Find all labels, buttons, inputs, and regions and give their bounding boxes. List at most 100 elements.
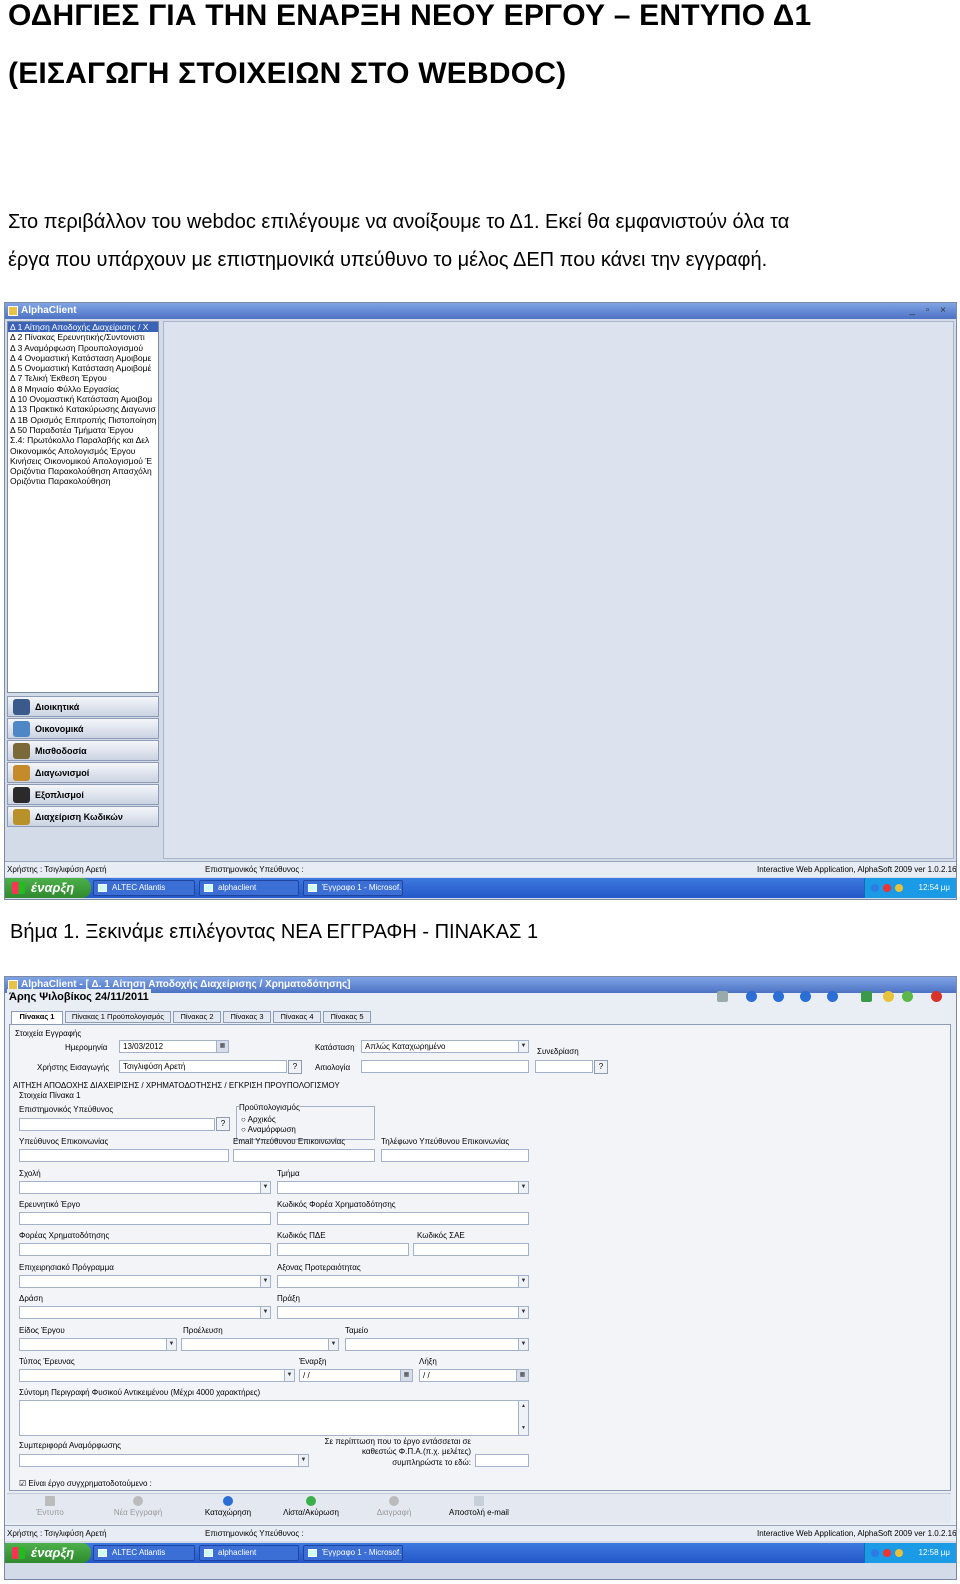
origin-select[interactable]: ▼ xyxy=(181,1338,339,1351)
undo-icon[interactable] xyxy=(861,991,872,1002)
form-list-item[interactable]: Οριζόντια Παρακολούθηση Απασχόλη xyxy=(8,466,158,476)
tab-pinakas-3[interactable]: Πίνακας 3 xyxy=(223,1011,271,1023)
chevron-down-icon[interactable]: ▼ xyxy=(518,1041,528,1052)
form-list-item[interactable]: Δ 1 Αίτηση Αποδοχής Διαχείρισης / Χ xyxy=(8,322,158,333)
new-record-button[interactable]: Νέα Εγγραφή xyxy=(105,1496,171,1518)
form-list-item[interactable]: Δ 10 Ονομαστική Κατάσταση Αμοιβομ xyxy=(8,394,158,404)
nav-button-payroll[interactable]: Μισθοδοσία xyxy=(7,740,159,761)
contact-email-field[interactable] xyxy=(233,1149,375,1162)
form-list-item[interactable]: Δ 8 Μηνιαίο Φύλλο Εργασίας xyxy=(8,384,158,394)
chevron-down-icon[interactable]: ▼ xyxy=(518,1276,528,1287)
entry-user-lookup-button[interactable]: ? xyxy=(288,1060,302,1074)
tab-pinakas-1-budget[interactable]: Πίνακας 1 Προϋπολογισμός xyxy=(65,1011,171,1023)
calendar-icon[interactable]: ▦ xyxy=(516,1370,528,1381)
session-lookup-button[interactable]: ? xyxy=(594,1060,608,1074)
last-record-icon[interactable] xyxy=(827,991,838,1002)
tab-pinakas-2[interactable]: Πίνακας 2 xyxy=(173,1011,221,1023)
department-select[interactable]: ▼ xyxy=(277,1181,529,1194)
form-list-item[interactable]: Δ 13 Πρακτικό Κατακύρωσης Διαγωνισ xyxy=(8,404,158,414)
session-field[interactable] xyxy=(535,1060,593,1073)
window-controls[interactable]: _ ▫ × xyxy=(909,305,950,316)
send-email-button[interactable]: Αποστολή e-mail xyxy=(441,1496,517,1518)
funder-code-field[interactable] xyxy=(277,1212,529,1225)
form-list-item[interactable]: Δ 7 Τελική Έκθεση Έργου xyxy=(8,373,158,383)
form-list-item[interactable]: Δ 1Β Ορισμός Επιτροπής Πιστοποίηση xyxy=(8,415,158,425)
scrollbar[interactable]: ▲ ▼ xyxy=(518,1401,528,1435)
taskbar-item[interactable]: Έγγραφο 1 - Microsof... xyxy=(303,880,403,896)
chevron-down-icon[interactable]: ▼ xyxy=(518,1182,528,1193)
calendar-icon[interactable]: ▦ xyxy=(216,1041,228,1052)
tab-pinakas-4[interactable]: Πίνακας 4 xyxy=(273,1011,321,1023)
taskbar-item[interactable]: alphaclient xyxy=(199,880,299,896)
submit-button[interactable]: Καταχώρηση xyxy=(195,1496,261,1518)
funder-field[interactable] xyxy=(19,1243,271,1256)
form-list-item[interactable]: Σ.4: Πρωτόκολλο Παραλαβής και Δελ xyxy=(8,435,158,445)
form-list-item[interactable]: Κινήσεις Οικονομικού Απολογισμού Έ xyxy=(8,456,158,466)
entry-user-field[interactable]: Τσιγλιφύση Αρετή xyxy=(119,1060,287,1073)
delete-button[interactable]: Διαγραφή xyxy=(363,1496,425,1518)
taskbar-item[interactable]: ALTEC Atlantis xyxy=(93,880,195,896)
scientific-responsible-field[interactable] xyxy=(19,1118,215,1131)
taskbar-item[interactable]: alphaclient xyxy=(199,1545,299,1561)
contact-phone-field[interactable] xyxy=(381,1149,529,1162)
print-icon[interactable] xyxy=(717,991,728,1002)
vat-field[interactable] xyxy=(475,1454,529,1467)
research-type-select[interactable]: ▼ xyxy=(19,1369,295,1382)
tab-pinakas-1[interactable]: Πίνακας 1 xyxy=(11,1011,63,1024)
nav-button-code-management[interactable]: Διαχείριση Κωδικών xyxy=(7,806,159,827)
nav-button-administrative[interactable]: Διοικητικά xyxy=(7,696,159,717)
reason-field[interactable] xyxy=(361,1060,529,1073)
next-record-icon[interactable] xyxy=(800,991,811,1002)
nav-button-tenders[interactable]: Διαγωνισμοί xyxy=(7,762,159,783)
nav-button-equipment[interactable]: Εξοπλισμοί xyxy=(7,784,159,805)
chevron-down-icon[interactable]: ▼ xyxy=(260,1276,270,1287)
measure-select[interactable]: ▼ xyxy=(19,1306,271,1319)
status-select[interactable]: Απλώς Καταχωρημένο ▼ xyxy=(361,1040,529,1053)
start-button[interactable]: έναρξη xyxy=(5,1543,91,1563)
form-list-item[interactable]: Δ 4 Ονομαστική Κατάσταση Αμοιβομε xyxy=(8,353,158,363)
form-list-item[interactable]: Δ 3 Αναμόρφωση Προυπολογισμού xyxy=(8,343,158,353)
priority-axis-select[interactable]: ▼ xyxy=(277,1275,529,1288)
prev-record-icon[interactable] xyxy=(773,991,784,1002)
form-list-item[interactable]: Οικονομικός Απολογισμός Έργου xyxy=(8,446,158,456)
chevron-down-icon[interactable]: ▼ xyxy=(284,1370,294,1381)
school-select[interactable]: ▼ xyxy=(19,1181,271,1194)
chevron-down-icon[interactable]: ▼ xyxy=(260,1182,270,1193)
chevron-down-icon[interactable]: ▼ xyxy=(166,1339,176,1350)
start-date-field[interactable]: / / ▦ xyxy=(299,1369,413,1382)
end-date-field[interactable]: / / ▦ xyxy=(419,1369,529,1382)
taskbar-item[interactable]: Έγγραφο 1 - Microsof... xyxy=(303,1545,403,1561)
save-icon[interactable] xyxy=(883,991,894,1002)
research-project-field[interactable] xyxy=(19,1212,271,1225)
form-list-item[interactable]: Οριζόντια Παρακολούθηση xyxy=(8,476,158,486)
budget-reform-radio[interactable]: ○ Αναμόρφωση xyxy=(241,1125,296,1135)
first-record-icon[interactable] xyxy=(746,991,757,1002)
form-list-item[interactable]: Δ 5 Ονομαστική Κατάσταση Αμοιβομέ xyxy=(8,363,158,373)
chevron-down-icon[interactable]: ▼ xyxy=(518,1307,528,1318)
form-list-item[interactable]: Δ 2 Πίνακας Ερευνητικής/Συντονιστι xyxy=(8,332,158,342)
taskbar-item[interactable]: ALTEC Atlantis xyxy=(93,1545,195,1561)
nav-button-financial[interactable]: Οικονομικά xyxy=(7,718,159,739)
start-button[interactable]: έναρξη xyxy=(5,878,91,898)
scientific-responsible-lookup-button[interactable]: ? xyxy=(216,1117,230,1131)
budget-initial-radio[interactable]: ○ Αρχικός xyxy=(241,1115,276,1125)
list-cancel-button[interactable]: Λίστα/Ακύρωση xyxy=(273,1496,349,1518)
program-select[interactable]: ▼ xyxy=(19,1275,271,1288)
project-type-select[interactable]: ▼ xyxy=(19,1338,177,1351)
sae-code-field[interactable] xyxy=(413,1243,529,1256)
cofunded-checkbox[interactable]: ☑ Είναι έργο συγχρηματοδοτούμενο : xyxy=(19,1479,152,1489)
chevron-down-icon[interactable]: ▼ xyxy=(328,1339,338,1350)
close-icon[interactable] xyxy=(931,991,942,1002)
calendar-icon[interactable]: ▦ xyxy=(400,1370,412,1381)
tab-pinakas-5[interactable]: Πίνακας 5 xyxy=(323,1011,371,1023)
reform-behavior-select[interactable]: ▼ xyxy=(19,1454,309,1467)
chevron-down-icon[interactable]: ▼ xyxy=(518,1339,528,1350)
form-list-item[interactable]: Δ 50 Παραδοτέα Τμήματα Έργου xyxy=(8,425,158,435)
contact-field[interactable] xyxy=(19,1149,229,1162)
pde-code-field[interactable] xyxy=(277,1243,409,1256)
date-field[interactable]: 13/03/2012 ▦ xyxy=(119,1040,229,1053)
description-textarea[interactable]: ▲ ▼ xyxy=(19,1400,529,1436)
refresh-icon[interactable] xyxy=(902,991,913,1002)
print-form-button[interactable]: Έντυπο xyxy=(25,1496,75,1518)
chevron-down-icon[interactable]: ▼ xyxy=(260,1307,270,1318)
